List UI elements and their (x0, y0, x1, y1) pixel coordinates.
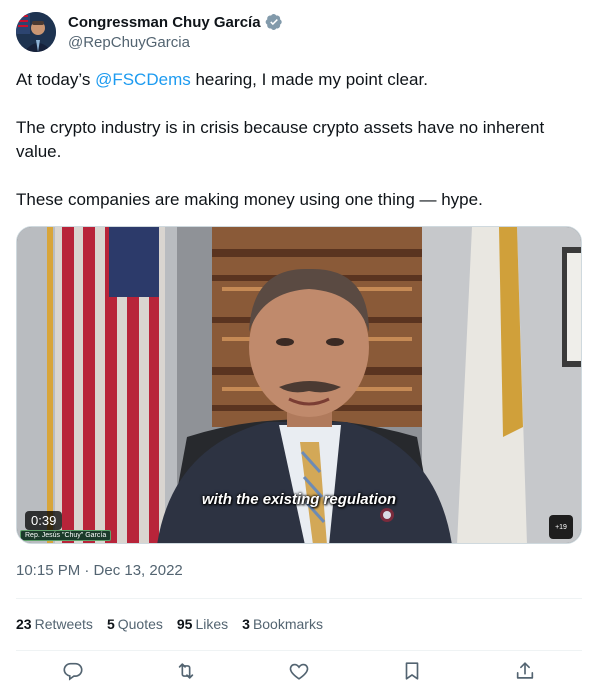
reply-button[interactable] (62, 660, 84, 682)
reply-icon (63, 662, 83, 681)
action-bar (16, 660, 582, 692)
tweet-paragraph-1: At today’s @FSCDems hearing, I made my p… (16, 68, 582, 92)
tweet-header: Congressman Chuy García @RepChuyGarcia (16, 12, 582, 56)
retweet-button[interactable] (175, 660, 197, 682)
like-icon (289, 663, 309, 680)
divider-bottom (16, 650, 582, 651)
retweet-icon (178, 663, 194, 679)
tweet-timestamp[interactable]: 10:15 PM · Dec 13, 2022 (16, 562, 183, 579)
tweet-text: At today’s @FSCDems hearing, I made my p… (16, 68, 582, 236)
verified-badge-icon (265, 13, 282, 31)
divider-top (16, 598, 582, 599)
author-avatar[interactable] (16, 12, 56, 52)
stat-likes-count: 95 (176, 616, 193, 632)
tweet-stats: 23 Retweets 5 Quotes 95 Likes 3 Bookmarks (16, 616, 337, 632)
stat-retweets-label: Retweets (34, 616, 93, 632)
tweet-text-after-mention: hearing, I made my point clear. (190, 70, 428, 89)
bookmark-button[interactable] (401, 660, 423, 682)
bookmark-icon (405, 662, 419, 680)
video-player[interactable]: with the existing regulation 0:39 Rep. J… (16, 226, 582, 544)
stat-bookmarks-label: Bookmarks (252, 616, 323, 632)
stat-retweets[interactable]: 23 Retweets (16, 616, 93, 632)
stat-quotes[interactable]: 5 Quotes (107, 616, 163, 632)
author-block: Congressman Chuy García @RepChuyGarcia (68, 12, 283, 51)
stat-likes[interactable]: 95 Likes (177, 616, 228, 632)
author-handle[interactable]: @RepChuyGarcia (68, 34, 283, 51)
like-button[interactable] (288, 660, 310, 682)
video-duration: 0:39 (25, 511, 63, 530)
video-name-strip: Rep. Jesús "Chuy" García (20, 530, 112, 541)
tweet-paragraph-3: These companies are making money using o… (16, 190, 483, 209)
share-icon (516, 662, 534, 679)
stat-bookmarks[interactable]: 3 Bookmarks (242, 616, 323, 632)
tweet-paragraph-2: The crypto industry is in crisis because… (16, 118, 545, 161)
stat-likes-label: Likes (195, 616, 229, 632)
mention-link[interactable]: @FSCDems (95, 70, 191, 89)
volume-button[interactable]: +19 (549, 515, 573, 539)
video-caption: with the existing regulation (201, 491, 397, 508)
author-name[interactable]: Congressman Chuy García (68, 14, 261, 31)
stat-retweets-count: 23 (16, 616, 32, 632)
tweet-text-before-mention: At today’s (16, 70, 96, 89)
stat-quotes-count: 5 (106, 616, 115, 632)
share-button[interactable] (514, 660, 536, 682)
stat-quotes-label: Quotes (117, 616, 163, 632)
stat-bookmarks-count: 3 (242, 616, 250, 632)
